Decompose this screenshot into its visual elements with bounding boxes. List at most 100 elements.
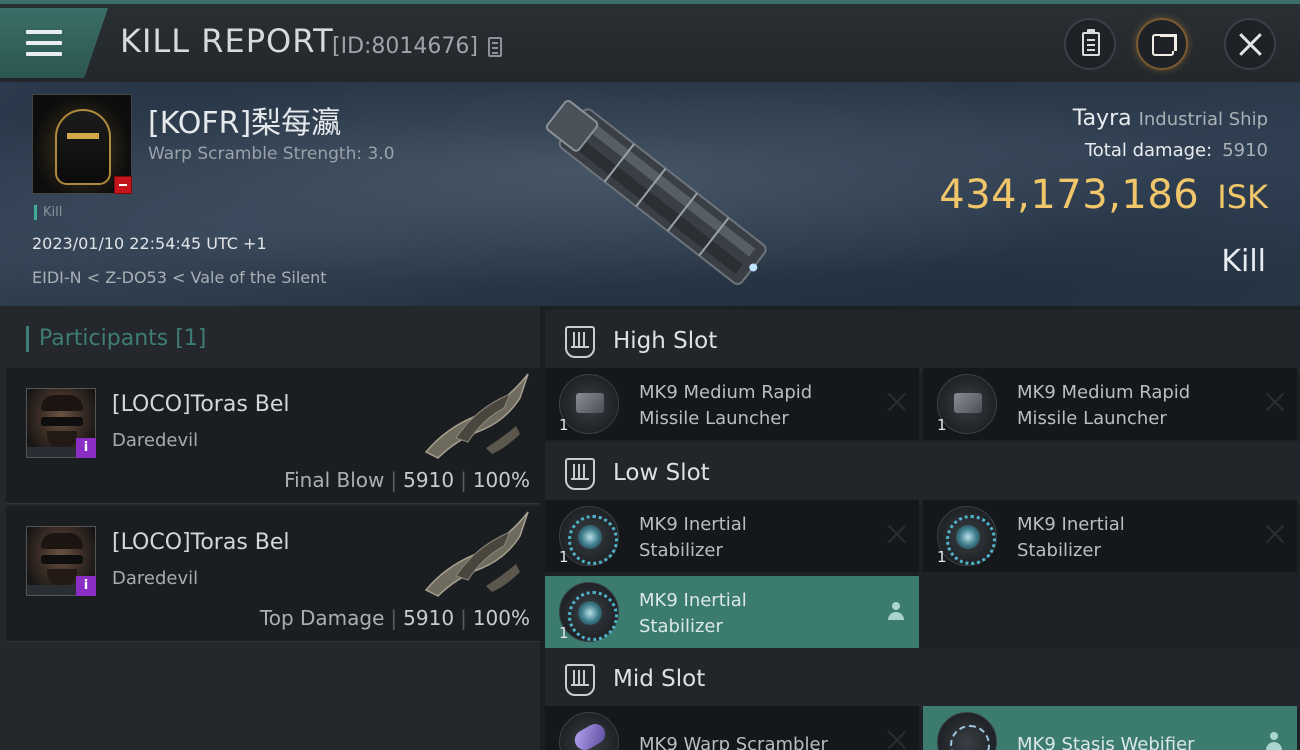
high-slot-label: High Slot <box>613 328 718 354</box>
module-quantity: 1 <box>559 416 569 434</box>
participant-name: [LOCO]Toras Bel <box>112 392 290 417</box>
module-name-line2: Stabilizer <box>1017 540 1101 561</box>
total-damage-label: Total damage: <box>1084 140 1213 161</box>
participant-row[interactable]: i [LOCO]Toras Bel Daredevil Top Damage | 5… <box>6 506 540 642</box>
module-item[interactable]: 1 MK9 Medium Rapid Missile Launcher <box>545 368 919 440</box>
clipboard-button[interactable] <box>1064 18 1116 70</box>
module-item-dropped[interactable]: 1 MK9 Inertial Stabilizer <box>545 576 919 648</box>
module-name: MK9 Medium Rapid Missile Launcher <box>639 380 869 432</box>
participant-damage: 5910 <box>403 606 455 630</box>
module-quantity: 1 <box>937 416 947 434</box>
module-name: MK9 Warp Scrambler <box>639 732 869 750</box>
module-name-line1: MK9 Inertial <box>639 514 747 535</box>
person-icon <box>1265 732 1283 750</box>
module-name-line2: Stabilizer <box>639 540 723 561</box>
destroyed-x-icon <box>887 392 907 412</box>
module-name: MK9 Inertial Stabilizer <box>1017 512 1247 564</box>
ship-render-image[interactable] <box>530 92 790 297</box>
ship-name[interactable]: Tayra Industrial Ship <box>1073 106 1268 131</box>
kill-location[interactable]: EIDI-N < Z-DO53 < Vale of the Silent <box>32 268 327 287</box>
total-damage: Total damage: 5910 <box>1085 140 1268 161</box>
high-slot-icon <box>565 326 595 358</box>
close-icon <box>1237 31 1263 57</box>
isk-amount: 434,173,186 <box>939 172 1200 218</box>
participants-panel: Participants [1] i [LOCO]Toras Bel Dared… <box>0 306 540 750</box>
warp-scrambler-icon <box>559 712 619 750</box>
share-button[interactable] <box>1136 18 1188 70</box>
module-name: MK9 Inertial Stabilizer <box>639 588 869 640</box>
destroyed-x-icon <box>887 524 907 544</box>
low-slot-icon <box>565 458 595 490</box>
module-item[interactable]: 1 MK9 Inertial Stabilizer <box>923 500 1297 572</box>
module-name: MK9 Medium Rapid Missile Launcher <box>1017 380 1247 432</box>
module-quantity: 1 <box>559 624 569 642</box>
header-bar: KILL REPORT [ID:8014676] <box>0 0 1300 82</box>
participant-percent: 100% <box>472 606 530 630</box>
person-icon <box>887 602 905 620</box>
module-quantity: 1 <box>559 548 569 566</box>
destroyed-x-icon <box>1265 524 1285 544</box>
participants-header: Participants [1] <box>26 326 206 352</box>
total-damage-value: 5910 <box>1222 140 1268 161</box>
module-name-line1: MK9 Warp Scrambler <box>639 734 828 750</box>
participant-role: Final Blow <box>284 468 385 492</box>
victim-name[interactable]: [KOFR]梨每瀛 <box>148 98 341 142</box>
high-slot-header: High Slot <box>545 310 1300 372</box>
copy-id-icon[interactable] <box>488 37 502 57</box>
module-item[interactable]: 1 MK9 Inertial Stabilizer <box>545 500 919 572</box>
ship-class: Industrial Ship <box>1138 109 1268 130</box>
module-name: MK9 Stasis Webifier <box>1017 732 1247 750</box>
warp-scramble-strength: Warp Scramble Strength: 3.0 <box>148 144 395 164</box>
low-slot-label: Low Slot <box>613 460 710 486</box>
module-name-line1: MK9 Medium Rapid <box>1017 382 1191 403</box>
module-item[interactable]: 1 MK9 Medium Rapid Missile Launcher <box>923 368 1297 440</box>
participant-role: Top Damage <box>259 606 385 630</box>
mid-slot-header: Mid Slot <box>545 648 1300 710</box>
participant-row[interactable]: i [LOCO]Toras Bel Daredevil Final Blow | 5… <box>6 368 540 504</box>
isk-unit: ISK <box>1217 178 1268 216</box>
module-name-line1: MK9 Inertial <box>1017 514 1125 535</box>
daredevil-ship-image[interactable] <box>416 368 534 460</box>
destroyed-x-icon <box>887 730 907 750</box>
kill-summary-banner: [KOFR]梨每瀛 Warp Scramble Strength: 3.0 Ki… <box>0 82 1300 306</box>
participant-name: [LOCO]Toras Bel <box>112 530 290 555</box>
clipboard-icon <box>1082 29 1100 56</box>
hamburger-icon <box>26 30 62 58</box>
share-icon <box>1152 34 1177 56</box>
module-name: MK9 Inertial Stabilizer <box>639 512 869 564</box>
mid-slot-label: Mid Slot <box>613 666 706 692</box>
module-name-line1: MK9 Medium Rapid <box>639 382 813 403</box>
fitting-panel: High Slot 1 MK9 Medium Rapid Missile Lau… <box>545 306 1300 750</box>
module-item[interactable]: MK9 Warp Scrambler <box>545 706 919 750</box>
participant-ship: Daredevil <box>112 568 199 589</box>
stasis-webifier-icon <box>937 712 997 750</box>
menu-button[interactable] <box>0 8 108 78</box>
module-name-line1: MK9 Stasis Webifier <box>1017 734 1195 750</box>
close-button[interactable] <box>1224 18 1276 70</box>
report-id: [ID:8014676] <box>332 34 478 59</box>
kill-tag: Kill <box>34 205 62 220</box>
module-name-line2: Missile Launcher <box>639 408 789 429</box>
module-name-line2: Missile Launcher <box>1017 408 1167 429</box>
participant-stats: Final Blow | 5910 | 100% <box>284 468 530 492</box>
participant-stats: Top Damage | 5910 | 100% <box>259 606 530 630</box>
ship-type: Tayra <box>1072 106 1132 131</box>
standing-badge-icon <box>114 176 132 194</box>
kill-result: Kill <box>1221 244 1266 279</box>
mid-slot-icon <box>565 664 595 696</box>
destroyed-x-icon <box>1265 392 1285 412</box>
participant-damage: 5910 <box>403 468 455 492</box>
page-title: KILL REPORT <box>120 22 334 60</box>
kill-datetime: 2023/01/10 22:54:45 UTC +1 <box>32 234 267 253</box>
participant-percent: 100% <box>472 468 530 492</box>
info-icon[interactable]: i <box>76 576 96 596</box>
info-icon[interactable]: i <box>76 438 96 458</box>
module-quantity: 1 <box>937 548 947 566</box>
isk-value: 434,173,186 ISK <box>939 172 1268 218</box>
module-name-line1: MK9 Inertial <box>639 590 747 611</box>
module-item-dropped[interactable]: MK9 Stasis Webifier <box>923 706 1297 750</box>
participant-ship: Daredevil <box>112 430 199 451</box>
module-name-line2: Stabilizer <box>639 616 723 637</box>
low-slot-header: Low Slot <box>545 442 1300 504</box>
daredevil-ship-image[interactable] <box>416 506 534 598</box>
